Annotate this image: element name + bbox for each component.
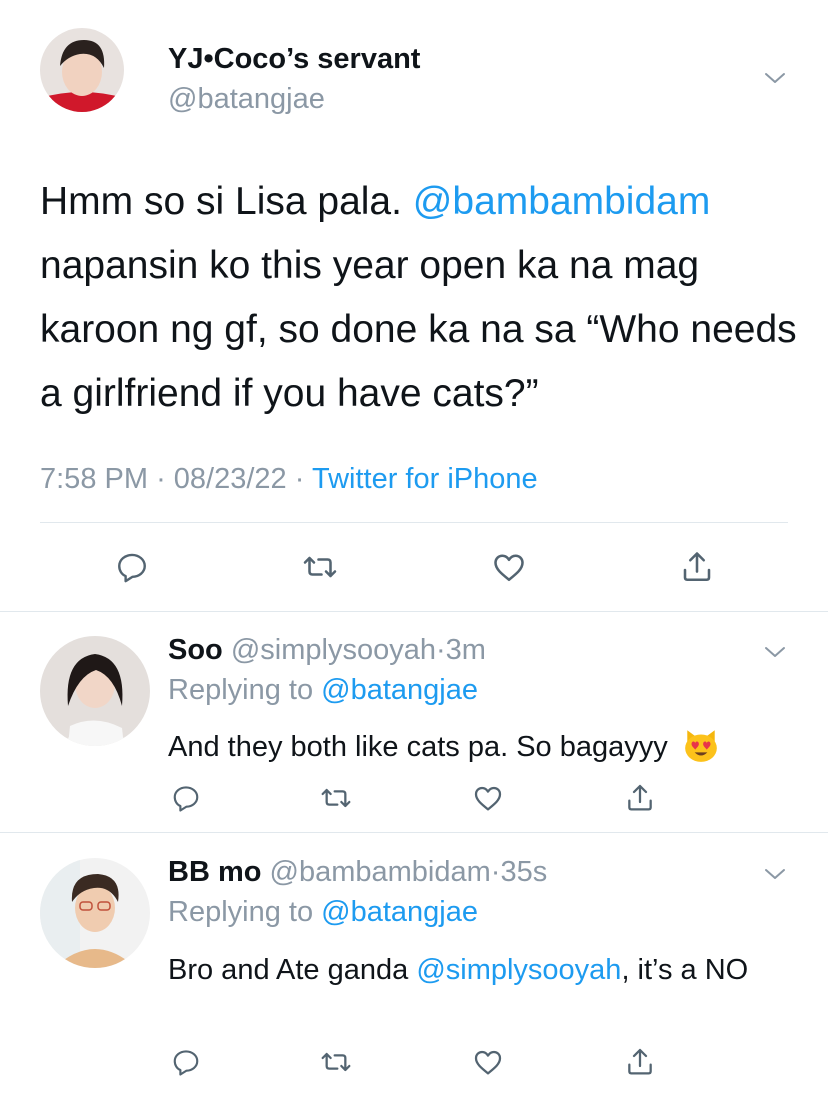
divider bbox=[40, 522, 788, 523]
mention-link[interactable]: @batangjae bbox=[321, 896, 478, 928]
like-button[interactable] bbox=[487, 545, 531, 589]
like-icon bbox=[494, 554, 524, 582]
meta-separator: · bbox=[156, 463, 166, 495]
retweet-icon bbox=[321, 1052, 351, 1072]
retweet-button[interactable] bbox=[314, 1040, 358, 1084]
share-button[interactable] bbox=[618, 1040, 662, 1084]
chevron-down-icon[interactable] bbox=[763, 640, 787, 664]
like-button[interactable] bbox=[466, 1040, 510, 1084]
reply-header: Soo @simplysooyah·3m bbox=[168, 634, 486, 667]
mention-link[interactable]: @batangjae bbox=[321, 674, 478, 706]
replying-to-prefix: Replying to bbox=[168, 674, 322, 706]
avatar[interactable] bbox=[40, 636, 150, 746]
retweet-button[interactable] bbox=[298, 545, 342, 589]
tweet-source[interactable]: Twitter for iPhone bbox=[312, 463, 538, 495]
reply-text-part: , it’s a NO bbox=[621, 954, 749, 986]
like-button[interactable] bbox=[466, 776, 510, 820]
display-name[interactable]: YJ•Coco’s servant bbox=[168, 43, 420, 76]
mention-link[interactable]: @simplysooyah bbox=[416, 954, 621, 986]
share-button[interactable] bbox=[618, 776, 662, 820]
display-name[interactable]: Soo bbox=[168, 634, 223, 666]
handle[interactable]: @simplysooyah bbox=[231, 634, 436, 666]
smiling-cat-heart-eyes-icon bbox=[682, 726, 720, 772]
reply-button[interactable] bbox=[164, 776, 208, 820]
retweet-button[interactable] bbox=[314, 776, 358, 820]
like-icon bbox=[474, 786, 502, 811]
tweet-text-part: Hmm so si Lisa pala. bbox=[40, 180, 413, 223]
retweet-icon bbox=[321, 788, 351, 808]
chevron-down-icon[interactable] bbox=[763, 862, 787, 886]
mention-link[interactable]: @bambambidam bbox=[413, 180, 711, 223]
meta-separator: · bbox=[490, 856, 501, 888]
meta-separator: · bbox=[435, 634, 446, 666]
reply-header: BB mo @bambambidam·35s bbox=[168, 856, 547, 889]
display-name[interactable]: BB mo bbox=[168, 856, 261, 888]
reply-button[interactable] bbox=[110, 545, 154, 589]
reply-text-body: And they both like cats pa. So bagayyy bbox=[168, 731, 668, 763]
retweet-icon bbox=[303, 556, 337, 578]
handle[interactable]: @batangjae bbox=[168, 83, 325, 116]
reply-text-part: Bro and Ate ganda bbox=[168, 954, 417, 986]
tweet-meta: 7:58 PM · 08/23/22 · Twitter for iPhone bbox=[40, 463, 538, 496]
share-button[interactable] bbox=[675, 545, 719, 589]
handle[interactable]: @bambambidam bbox=[270, 856, 491, 888]
reply-text: And they both like cats pa. So bagayyy bbox=[168, 726, 720, 772]
reply-icon bbox=[118, 553, 146, 583]
avatar[interactable] bbox=[40, 858, 150, 968]
tweet-date: 08/23/22 bbox=[173, 463, 287, 495]
like-icon bbox=[474, 1050, 502, 1075]
avatar[interactable] bbox=[40, 28, 124, 112]
chevron-down-icon[interactable] bbox=[763, 66, 787, 90]
meta-separator: · bbox=[294, 463, 305, 495]
share-icon bbox=[628, 784, 652, 811]
reply-text: Bro and Ate ganda @simplysooyah, it’s a … bbox=[168, 949, 768, 991]
replying-to-prefix: Replying to bbox=[168, 896, 322, 928]
reply-age: 35s bbox=[500, 856, 548, 888]
divider bbox=[0, 832, 828, 833]
tweet-time: 7:58 PM bbox=[40, 463, 148, 495]
tweet-text-part: napansin ko this year open ka na mag kar… bbox=[40, 244, 797, 415]
reply-age: 3m bbox=[445, 634, 486, 666]
divider bbox=[0, 611, 828, 612]
share-icon bbox=[628, 1048, 652, 1075]
replying-to: Replying to @batangjae bbox=[168, 674, 478, 707]
tweet-text: Hmm so si Lisa pala. @bambambidam napans… bbox=[40, 170, 800, 426]
replying-to: Replying to @batangjae bbox=[168, 896, 478, 929]
share-icon bbox=[683, 552, 711, 582]
reply-icon bbox=[173, 786, 199, 812]
reply-button[interactable] bbox=[164, 1040, 208, 1084]
reply-icon bbox=[173, 1050, 199, 1076]
